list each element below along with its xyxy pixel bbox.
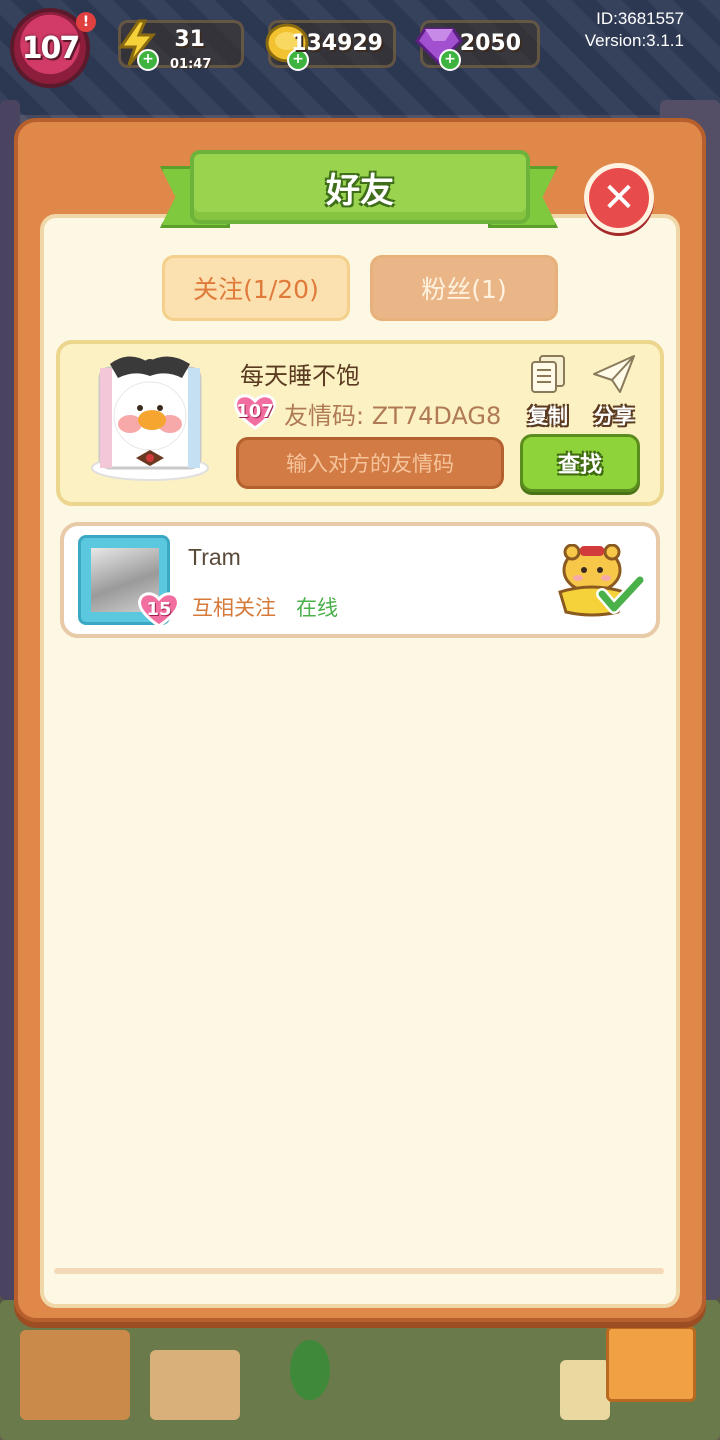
coins-value: 134929 <box>291 31 383 56</box>
top-hud: 107 ! + 31 01:47 + 134929 + 2050 ID:3681… <box>0 0 720 95</box>
title-ribbon: 好友 <box>190 150 530 224</box>
find-label: 查找 <box>557 453 602 478</box>
gems-value: 2050 <box>459 31 521 56</box>
friend-code: 友情码: ZT74DAG8 <box>284 396 506 431</box>
add-energy-icon[interactable]: + <box>137 49 159 71</box>
coin-counter[interactable]: + 134929 <box>265 20 396 71</box>
copy-button[interactable]: 复制 <box>520 352 576 429</box>
share-label: 分享 <box>594 404 634 428</box>
friends-dialog <box>14 118 706 1322</box>
friend-level-heart: 15 <box>138 590 180 628</box>
add-gems-icon[interactable]: + <box>439 49 461 71</box>
my-avatar[interactable] <box>90 350 210 482</box>
energy-timer: 01:47 <box>170 57 212 72</box>
tab-followers-label: 粉丝(1) <box>421 275 507 304</box>
player-id: ID:3681557 <box>596 9 684 28</box>
gem-counter[interactable]: + 2050 <box>415 20 540 71</box>
gift-claimed-icon[interactable] <box>554 544 644 622</box>
close-icon: ✕ <box>602 175 636 221</box>
game-version: Version:3.1.1 <box>584 31 684 50</box>
share-button[interactable]: 分享 <box>586 352 642 429</box>
account-info: ID:3681557 Version:3.1.1 <box>585 8 684 52</box>
tab-followers[interactable]: 粉丝(1) <box>370 255 558 321</box>
my-level-text: 107 <box>236 400 274 422</box>
divider <box>54 1268 664 1274</box>
paper-plane-icon <box>593 355 635 393</box>
close-button[interactable]: ✕ <box>584 163 654 233</box>
tab-following[interactable]: 关注(1/20) <box>162 255 350 321</box>
friend-name: Tram <box>188 544 241 570</box>
find-button[interactable]: 查找 <box>520 434 640 492</box>
energy-value: 31 <box>174 27 205 52</box>
my-level-heart: 107 <box>234 392 276 430</box>
copy-label: 复制 <box>528 404 568 428</box>
friend-code-label: 友情码: <box>284 402 372 430</box>
friend-online-status: 在线 <box>296 596 338 620</box>
friend-level-text: 15 <box>146 598 172 620</box>
friend-code-value: ZT74DAG8 <box>371 402 502 430</box>
notification-dot: ! <box>76 12 96 32</box>
friend-code-input[interactable]: 输入对方的友情码 <box>236 437 504 489</box>
my-nickname: 每天睡不饱 <box>240 362 360 390</box>
friend-relation: 互相关注 <box>192 596 276 620</box>
dialog-title: 好友 <box>326 170 394 211</box>
tab-following-label: 关注(1/20) <box>193 275 319 304</box>
friend-code-input-placeholder: 输入对方的友情码 <box>286 452 454 476</box>
copy-icon <box>531 355 565 393</box>
player-level-text: 107 <box>21 30 81 66</box>
